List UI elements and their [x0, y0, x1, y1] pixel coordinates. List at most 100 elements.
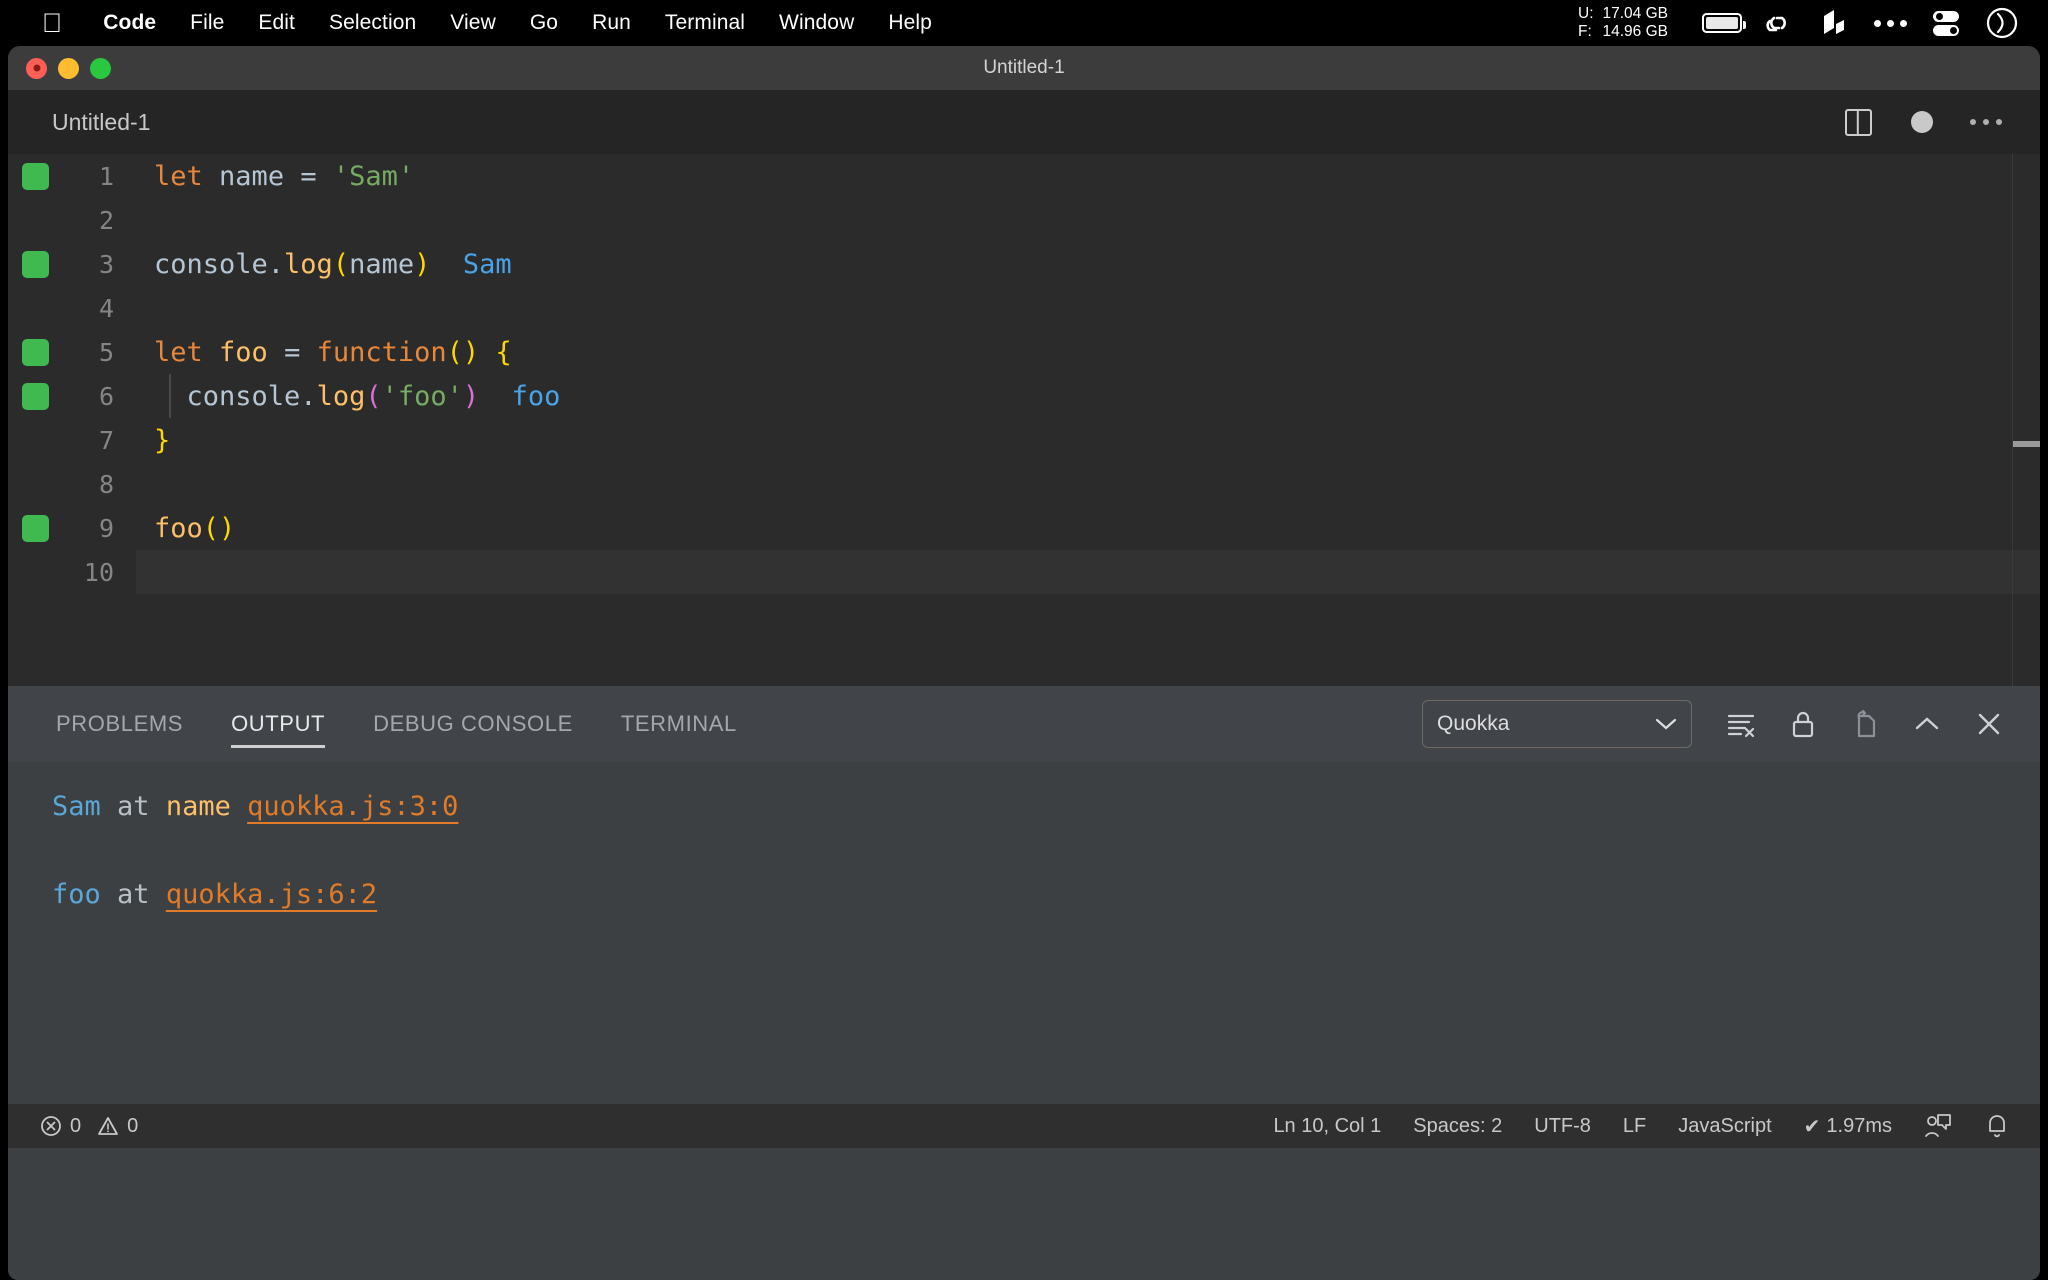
memory-stats-indicator[interactable]: U: F: 17.04 GB 14.96 GB — [1578, 5, 1668, 41]
window-title-bar: Untitled-1 — [8, 46, 2040, 90]
output-line-2: foo at quokka.js:6:2 — [8, 850, 2040, 938]
code-token — [479, 337, 495, 368]
code-token: ) — [463, 381, 479, 412]
status-quokka-timing[interactable]: ✔ 1.97ms — [1788, 1114, 1908, 1139]
menu-item-code[interactable]: Code — [86, 11, 173, 35]
code-editor[interactable]: 1let name = 'Sam' 2 3console.log(name) Sam… — [8, 154, 2040, 686]
output-channel-select[interactable]: Quokka — [1422, 700, 1692, 748]
quokka-check-icon: ✔ — [1804, 1114, 1821, 1139]
code-line-content — [136, 462, 2040, 506]
ellipsis-icon[interactable] — [1862, 0, 1918, 46]
open-in-editor-icon[interactable] — [1834, 693, 1896, 755]
memory-free-value: 14.96 GB — [1603, 23, 1669, 41]
quokka-inline-value: Sam — [463, 249, 512, 280]
output-clipped-line — [8, 762, 2040, 792]
editor-overview-ruler[interactable] — [2012, 154, 2040, 686]
code-token: foo — [219, 337, 268, 368]
code-line-5[interactable]: 5let foo = function() { — [8, 330, 2040, 374]
code-line-6[interactable]: 6 console.log('foo') foo — [8, 374, 2040, 418]
code-token: console. — [154, 381, 317, 412]
output-value-2: foo — [52, 879, 101, 910]
output-channel-value: Quokka — [1437, 712, 1509, 736]
code-token: () — [203, 513, 236, 544]
code-token: console. — [154, 249, 284, 280]
menu-item-file[interactable]: File — [173, 11, 241, 35]
apple-logo-icon[interactable]:  — [42, 10, 62, 37]
menu-item-view[interactable]: View — [433, 11, 513, 35]
menu-item-go[interactable]: Go — [513, 11, 575, 35]
line-number: 2 — [8, 206, 136, 235]
status-problems[interactable]: 0 0 — [24, 1115, 154, 1138]
clear-output-icon[interactable] — [1710, 693, 1772, 755]
code-line-1[interactable]: 1let name = 'Sam' — [8, 154, 2040, 198]
line-number: 7 — [8, 426, 136, 455]
code-line-3[interactable]: 3console.log(name) Sam — [8, 242, 2040, 286]
code-token: name — [349, 249, 414, 280]
menu-item-edit[interactable]: Edit — [241, 11, 312, 35]
code-token: ( — [333, 249, 349, 280]
code-token: { — [495, 337, 511, 368]
tab-debug-console[interactable]: DEBUG CONSOLE — [373, 686, 573, 762]
code-line-7[interactable]: 7} — [8, 418, 2040, 462]
code-token — [203, 337, 219, 368]
code-token: let — [154, 337, 203, 368]
split-editor-icon[interactable] — [1826, 90, 1890, 154]
editor-tab-untitled-1[interactable]: Untitled-1 — [52, 109, 150, 136]
line-number: 8 — [8, 470, 136, 499]
memory-used-label: U: — [1578, 5, 1594, 23]
code-line-content: } — [136, 418, 2040, 462]
quokka-coverage-marker — [22, 515, 49, 542]
code-token: function — [317, 337, 447, 368]
menu-item-window[interactable]: Window — [762, 11, 871, 35]
control-center-icon[interactable] — [1918, 0, 1974, 46]
dropbox-icon[interactable] — [1806, 0, 1862, 46]
maximize-button[interactable] — [90, 58, 111, 79]
tab-problems[interactable]: PROBLEMS — [56, 686, 183, 762]
tab-output[interactable]: OUTPUT — [231, 686, 325, 762]
menu-item-run[interactable]: Run — [575, 11, 648, 35]
code-line-10[interactable]: 10 — [8, 550, 2040, 594]
output-link-2[interactable]: quokka.js:6:2 — [166, 879, 377, 910]
menu-item-terminal[interactable]: Terminal — [648, 11, 762, 35]
code-token: = — [300, 161, 316, 192]
minimize-button[interactable] — [58, 58, 79, 79]
lock-scroll-icon[interactable] — [1772, 693, 1834, 755]
warning-triangle-icon — [97, 1115, 119, 1137]
status-encoding[interactable]: UTF-8 — [1518, 1115, 1607, 1138]
notifications-bell-icon[interactable] — [1968, 1112, 2026, 1140]
bottom-panel: PROBLEMS OUTPUT DEBUG CONSOLE TERMINAL Q… — [8, 686, 2040, 1280]
output-link-1[interactable]: quokka.js:3:0 — [247, 791, 458, 822]
window-title: Untitled-1 — [8, 57, 2040, 79]
quokka-inline-value: foo — [512, 381, 561, 412]
feedback-icon[interactable] — [1908, 1113, 1968, 1139]
status-cursor-position[interactable]: Ln 10, Col 1 — [1257, 1115, 1397, 1138]
code-line-4[interactable]: 4 — [8, 286, 2040, 330]
status-language-mode[interactable]: JavaScript — [1662, 1115, 1787, 1138]
code-token: } — [154, 425, 170, 456]
code-token — [430, 249, 463, 280]
code-line-2[interactable]: 2 — [8, 198, 2040, 242]
line-number: 10 — [8, 558, 136, 587]
code-line-content: console.log('foo') foo — [136, 374, 2040, 418]
status-indentation[interactable]: Spaces: 2 — [1397, 1115, 1518, 1138]
line-number: 4 — [8, 294, 136, 323]
menu-item-help[interactable]: Help — [871, 11, 949, 35]
more-actions-icon[interactable] — [1954, 90, 2018, 154]
code-line-9[interactable]: 9foo() — [8, 506, 2040, 550]
unsaved-dot-icon[interactable] — [1890, 90, 1954, 154]
output-content[interactable]: Sam at name quokka.js:3:0 foo at quokka.… — [8, 762, 2040, 1104]
close-button[interactable] — [26, 58, 47, 79]
status-eol[interactable]: LF — [1607, 1115, 1662, 1138]
chevron-up-icon[interactable] — [1896, 693, 1958, 755]
siri-icon[interactable] — [1974, 0, 2030, 46]
battery-icon[interactable] — [1694, 0, 1750, 46]
close-panel-icon[interactable] — [1958, 693, 2020, 755]
output-value-1: Sam — [52, 791, 101, 822]
link-icon[interactable] — [1750, 0, 1806, 46]
code-line-8[interactable]: 8 — [8, 462, 2040, 506]
output-name-1: name — [166, 791, 231, 822]
tab-terminal[interactable]: TERMINAL — [621, 686, 737, 762]
panel-tools: Quokka — [1422, 693, 2020, 755]
code-token: ( — [365, 381, 381, 412]
menu-item-selection[interactable]: Selection — [312, 11, 433, 35]
